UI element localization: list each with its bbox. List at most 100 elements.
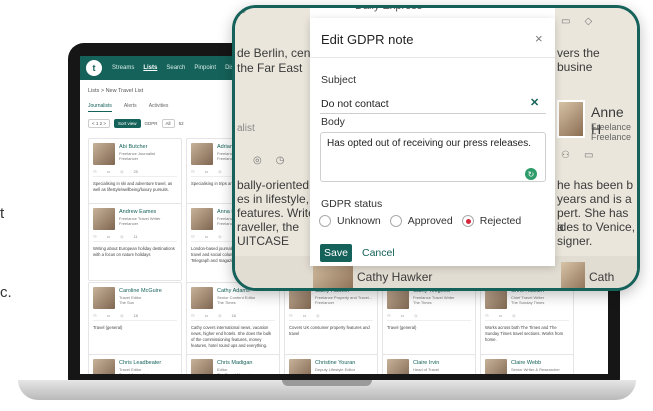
radio-rejected[interactable]: Rejected <box>461 215 521 227</box>
chat-icon[interactable]: ▭ <box>107 234 111 241</box>
nav-search[interactable]: Search <box>166 65 185 71</box>
avatar <box>191 143 213 165</box>
tag-icon[interactable]: ◇ <box>414 313 417 320</box>
journalist-description: Specialising in ski and adventure travel… <box>93 181 173 192</box>
chat-icon[interactable]: ▭ <box>205 313 209 320</box>
bg-bottom-right-name: Cath <box>589 270 615 284</box>
gdpr-filter[interactable]: GDPR <box>145 121 158 126</box>
avatar <box>191 208 213 230</box>
journalist-card[interactable]: Cathy Hawker Freelance Property and Trave… <box>284 282 378 356</box>
journalist-card[interactable]: Cathy Adams Senior Content Editor The Time… <box>186 282 280 362</box>
list-toolbar: < 1 2 > Sort view GDPR All 52 <box>88 119 184 128</box>
pager[interactable]: < 1 2 > <box>88 119 111 128</box>
journalist-name[interactable]: Caroline McGuire <box>119 288 162 294</box>
count-filter[interactable]: All <box>161 119 175 128</box>
chat-icon[interactable]: ▭ <box>303 313 307 320</box>
chat-icon[interactable]: ▭ <box>107 313 111 320</box>
grammar-check-icon[interactable]: ↻ <box>525 168 537 180</box>
subject-input[interactable]: Do not contact ✕ <box>320 94 546 114</box>
bg-left-icons: ◎ ◷ <box>253 155 284 166</box>
radio-rejected-dot[interactable] <box>461 215 474 227</box>
bg-right-top-text: vers the busine <box>557 46 600 75</box>
journalist-card[interactable]: Chris Haslam Chief Travel Writer The Sunda… <box>480 282 574 356</box>
tag-icon[interactable]: ◇ <box>512 313 515 320</box>
radio-unknown-dot[interactable] <box>319 215 331 227</box>
journalist-name[interactable]: Claire Irvin <box>413 360 439 366</box>
body-textarea[interactable]: Has opted out of receiving our press rel… <box>320 132 546 182</box>
tag-icon[interactable]: ◇ <box>120 313 123 320</box>
app-logo[interactable]: t <box>86 60 102 76</box>
body-label: Body <box>321 116 345 128</box>
chat-icon[interactable]: ▭ <box>205 234 209 241</box>
person-icon[interactable]: ⚇ <box>93 234 97 241</box>
journalist-description: Works across both The Times and The Sund… <box>485 325 564 342</box>
avatar <box>387 359 409 374</box>
card-icons: ⚇ ▭ ◇ 18 <box>93 313 177 321</box>
person-icon[interactable]: ⚇ <box>191 313 195 320</box>
journalist-card[interactable]: Christine YouranDeputy Lifestyle Editor⚇… <box>284 354 378 374</box>
bg-left-line-2: the Far East <box>237 61 303 75</box>
chat-icon-2: ▭ <box>583 150 594 161</box>
journalist-name[interactable]: Chris Leadbeater <box>119 360 161 366</box>
tag-icon[interactable]: ◇ <box>316 313 319 320</box>
clear-icon[interactable]: ✕ <box>530 96 539 109</box>
body-value: Has opted out of receiving our press rel… <box>327 138 531 149</box>
tab-activities[interactable]: Activities <box>149 103 169 112</box>
nav-lists[interactable]: Lists <box>143 65 157 71</box>
journalist-card[interactable]: Andrew Eames Freelance Travel Writer Freel… <box>88 203 182 281</box>
person-icon[interactable]: ⚇ <box>191 169 195 176</box>
tag-icon[interactable]: ◇ <box>120 169 123 176</box>
tag-icon[interactable]: ◇ <box>120 234 123 241</box>
tag-icon[interactable]: ◇ <box>218 169 221 176</box>
tag-icon[interactable]: ◇ <box>218 234 221 241</box>
chat-icon[interactable]: ▭ <box>107 169 111 176</box>
dialog-footer: Save Cancel <box>310 240 555 266</box>
journalist-card[interactable]: Chris MadiganEditorThe Travel Magazine⚇▭… <box>186 354 280 374</box>
sort-view-button[interactable]: Sort view <box>114 119 141 128</box>
journalist-card[interactable]: Chris LeadbeaterTravel EditorTravel Jour… <box>88 354 182 374</box>
journalist-card[interactable]: Claire WebbSenior Writer & Researcher⚇▭◇ <box>480 354 574 374</box>
journalist-name[interactable]: Cathy Adams <box>217 288 250 294</box>
journalist-description: Writing about European holiday destinati… <box>93 246 175 257</box>
radio-approved-dot[interactable] <box>389 215 402 227</box>
gdpr-status-label: GDPR status <box>321 198 383 210</box>
chat-icon[interactable]: ▭ <box>205 169 209 176</box>
tab-alerts[interactable]: Alerts <box>124 103 137 112</box>
person-icon[interactable]: ⚇ <box>93 169 97 176</box>
cancel-button[interactable]: Cancel <box>362 247 395 259</box>
chat-icon[interactable]: ▭ <box>499 313 503 320</box>
radio-unknown[interactable]: Unknown <box>319 215 381 227</box>
bleed-text-left: t <box>0 205 5 222</box>
card-icons: ⚇ ▭ ◇ <box>289 313 373 321</box>
journalist-name[interactable]: Christine Youran <box>315 360 355 366</box>
person-icon[interactable]: ⚇ <box>191 234 195 241</box>
person-icon[interactable]: ⚇ <box>387 313 391 320</box>
close-icon[interactable]: × <box>535 31 543 46</box>
save-button[interactable]: Save <box>320 244 352 262</box>
nav-streams[interactable]: Streams <box>112 65 134 71</box>
journalist-name[interactable]: Chris Madigan <box>217 360 252 366</box>
journalist-card[interactable]: Claire IrvinHead of Travel⚇▭◇ <box>382 354 476 374</box>
breadcrumb[interactable]: Lists > New Travel List <box>88 88 143 94</box>
journalist-card[interactable]: Caroline McGuire Travel Editor The Sun ⚇ ▭ ◇ 1… <box>88 282 182 356</box>
avatar <box>93 359 115 374</box>
journalist-description: Travel (general) <box>93 325 123 330</box>
journalist-outlet: Freelancer <box>119 156 139 161</box>
journalist-name[interactable]: Abi Butcher <box>119 144 147 150</box>
journalist-card[interactable]: Cathy Toogood Freelance Travel Writer The … <box>382 282 476 356</box>
bg-left-block-1: bally-oriented <box>237 178 310 192</box>
journalist-name[interactable]: Andrew Eames <box>119 209 156 215</box>
journalist-name[interactable]: Claire Webb <box>511 360 541 366</box>
person-icon: ⚇ <box>561 150 570 161</box>
radio-approved[interactable]: Approved <box>389 215 453 227</box>
person-icon[interactable]: ⚇ <box>93 313 97 320</box>
person-icon[interactable]: ⚇ <box>289 313 293 320</box>
nav-pinpoint[interactable]: Pinpoint <box>194 65 216 71</box>
avatar <box>93 287 115 309</box>
journalist-outlet: Freelancer <box>119 221 139 226</box>
journalist-title: Head of Travel <box>413 367 440 372</box>
chat-icon[interactable]: ▭ <box>401 313 405 320</box>
person-icon[interactable]: ⚇ <box>485 313 489 320</box>
tag-icon[interactable]: ◇ <box>218 313 221 320</box>
tab-journalists[interactable]: Journalists <box>88 103 112 112</box>
